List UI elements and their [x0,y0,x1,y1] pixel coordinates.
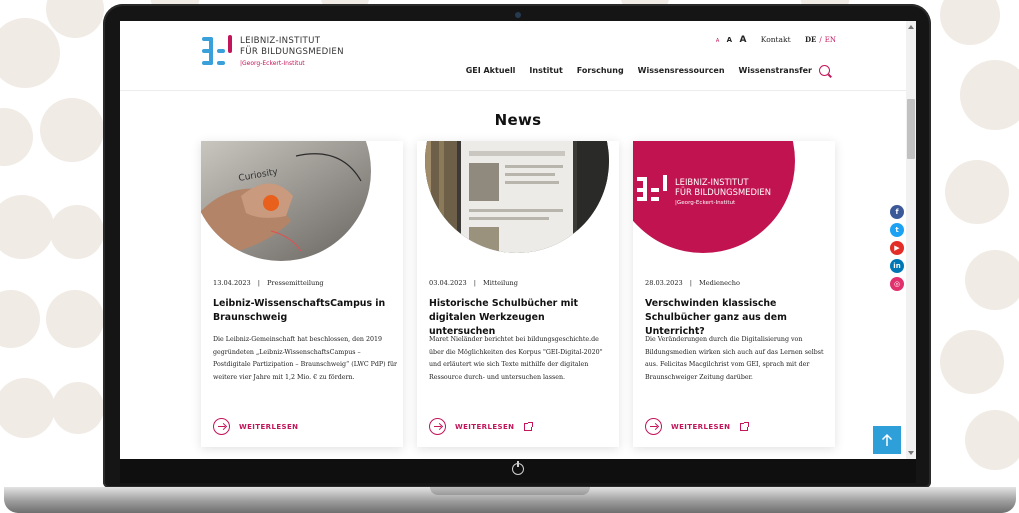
instagram-icon[interactable]: ◎ [890,277,904,291]
news-card-text: Maret Nieländer berichtet bei bildungsge… [429,336,603,381]
language-separator: / [819,36,822,44]
language-en-link[interactable]: EN [825,36,836,44]
news-card-meta: 13.04.2023 | Pressemitteilung [213,279,324,287]
arrow-right-icon [645,418,662,435]
news-card-image: Curiosity [201,141,403,265]
news-card-text: Die Leibniz-Gemeinschaft hat beschlossen… [213,336,398,381]
news-card-meta: 03.04.2023 | Mitteilung [429,279,518,287]
image-logo-line1: LEIBNIZ-INSTITUT [675,177,749,187]
read-more-link[interactable]: WEITERLESEN [213,418,298,435]
font-size-small-button[interactable]: A [716,38,719,44]
read-more-link[interactable]: WEITERLESEN [429,418,534,435]
news-card-date: 28.03.2023 [645,279,683,287]
font-size-large-button[interactable]: A [739,35,746,45]
read-more-label: WEITERLESEN [239,422,299,431]
utility-bar: A A A Kontakt DE / EN [711,35,836,45]
news-card[interactable]: 03.04.2023 | Mitteilung Historische Schulb… [417,141,619,447]
news-card-date: 03.04.2023 [429,279,467,287]
social-share-bar: f t ▶ in ◎ [890,205,904,291]
nav-item-forschung[interactable]: Forschung [577,66,624,75]
read-more-label: WEITERLESEN [455,422,515,431]
gei-logo-mark-icon [202,35,232,67]
facebook-icon[interactable]: f [890,205,904,219]
nav-item-gei-aktuell[interactable]: GEI Aktuell [466,66,516,75]
read-more-link[interactable]: WEITERLESEN [645,418,750,435]
main-navigation: GEI Aktuell Institut Forschung Wissensre… [466,66,812,75]
meta-separator: | [473,279,476,287]
youtube-icon[interactable]: ▶ [890,241,904,255]
news-card[interactable]: Curiosity 13.04.2023 | Pressemitteilung Le… [201,141,403,447]
laptop-notch [430,487,590,495]
nav-item-institut[interactable]: Institut [529,66,562,75]
logo-title: LEIBNIZ-INSTITUT FÜR BILDUNGSMEDIEN [240,36,344,57]
meta-separator: | [257,279,260,287]
scroll-up-icon[interactable] [908,25,914,29]
site-header: LEIBNIZ-INSTITUT FÜR BILDUNGSMEDIEN |Geo… [120,21,916,91]
read-more-label: WEITERLESEN [671,422,731,431]
arrow-right-icon [429,418,446,435]
nav-item-wissensressourcen[interactable]: Wissensressourcen [638,66,725,75]
linkedin-icon[interactable]: in [890,259,904,273]
news-card-title[interactable]: Leibniz-WissenschaftsCampus in Braunschw… [213,297,397,325]
external-link-icon [524,421,534,431]
news-card-image: LEIBNIZ-INSTITUT FÜR BILDUNGSMEDIEN |Geo… [633,141,835,265]
scroll-down-icon[interactable] [908,451,914,455]
search-icon[interactable] [819,65,830,76]
power-icon [512,461,524,475]
gei-logo[interactable]: LEIBNIZ-INSTITUT FÜR BILDUNGSMEDIEN |Geo… [202,35,362,75]
scrollbar[interactable] [906,21,916,459]
news-card[interactable]: LEIBNIZ-INSTITUT FÜR BILDUNGSMEDIEN |Geo… [633,141,835,447]
news-card-category: Mitteilung [483,279,518,287]
language-de-link[interactable]: DE [805,35,816,44]
news-card-text: Die Veränderungen durch die Digitalisier… [645,336,824,381]
news-card-title[interactable]: Verschwinden klassische Schulbücher ganz… [645,297,829,339]
meta-separator: | [689,279,692,287]
logo-subtitle: |Georg-Eckert-Institut [240,60,305,67]
nav-item-wissenstransfer[interactable]: Wissenstransfer [739,66,812,75]
news-card-category: Medienecho [699,279,740,287]
news-card-date: 13.04.2023 [213,279,251,287]
arrow-right-icon [213,418,230,435]
browser-viewport: LEIBNIZ-INSTITUT FÜR BILDUNGSMEDIEN |Geo… [120,21,916,459]
contact-link[interactable]: Kontakt [761,35,791,44]
external-link-icon [740,421,750,431]
arrow-up-icon [881,433,893,446]
news-card-title[interactable]: Historische Schulbücher mit digitalen We… [429,297,613,339]
news-card-image [417,141,619,265]
news-card-meta: 28.03.2023 | Medienecho [645,279,740,287]
news-heading: News [494,111,542,129]
back-to-top-button[interactable] [873,426,901,454]
image-logo-line2: FÜR BILDUNGSMEDIEN [675,187,771,197]
image-logo-sub: |Georg-Eckert-Institut [675,200,736,206]
twitter-icon[interactable]: t [890,223,904,237]
camera-icon [515,12,521,18]
font-size-medium-button[interactable]: A [727,36,732,44]
scrollbar-thumb[interactable] [907,99,915,159]
news-card-category: Pressemitteilung [267,279,324,287]
